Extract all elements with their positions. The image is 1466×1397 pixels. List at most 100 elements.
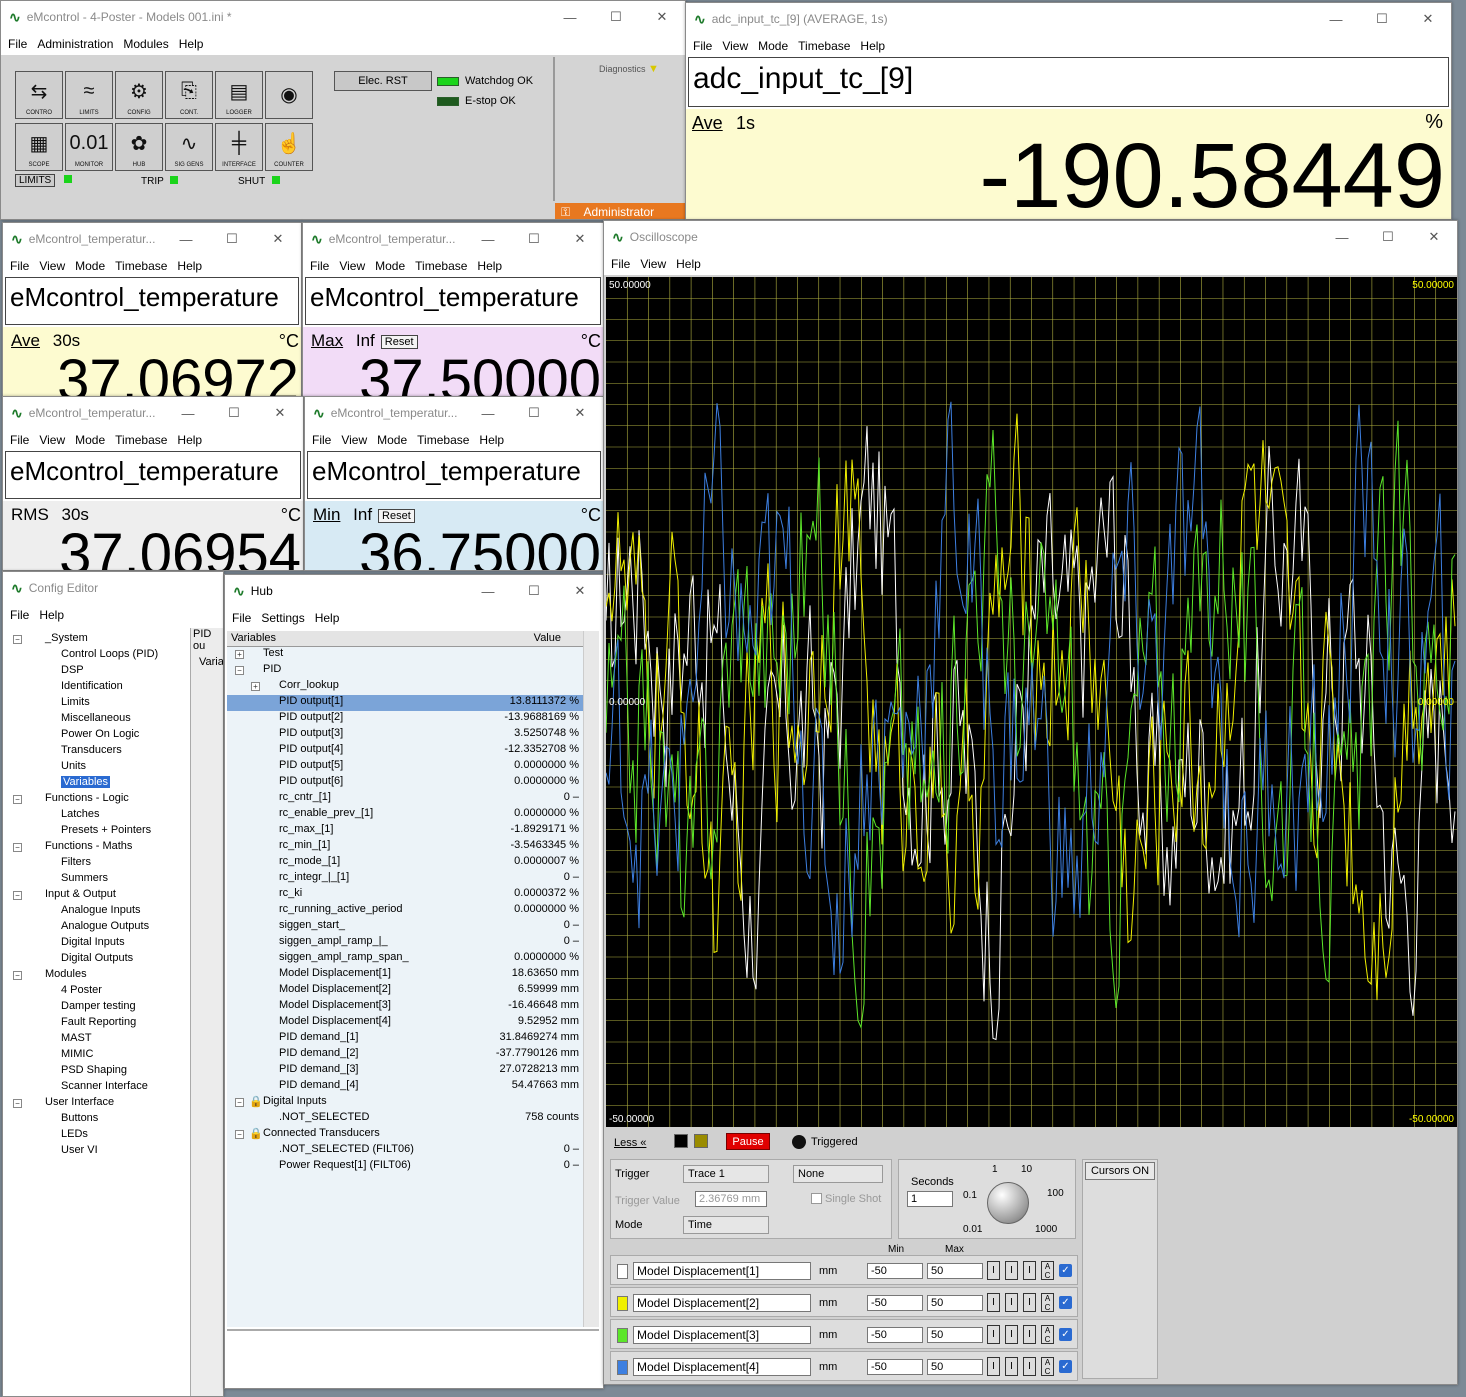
menu-timebase[interactable]: Timebase: [793, 39, 855, 53]
minimize-button[interactable]: —: [547, 1, 593, 33]
close-button[interactable]: ✕: [257, 397, 303, 429]
tool-scope-button[interactable]: ▦ SCOPE: [15, 123, 63, 171]
tree-toggle[interactable]: −: [13, 1099, 22, 1108]
channel-name-input[interactable]: Model Displacement[1]: [633, 1262, 811, 1280]
maximize-button[interactable]: ☐: [511, 223, 557, 255]
hub-row[interactable]: − 🔒 Connected Transducers: [227, 1127, 583, 1143]
channel-max-input[interactable]: 50: [927, 1263, 983, 1279]
menu-timebase[interactable]: Timebase: [110, 433, 172, 447]
channel-enable-checkbox[interactable]: ✓: [1059, 1360, 1072, 1373]
channel-enable-checkbox[interactable]: ✓: [1059, 1264, 1072, 1277]
minimize-button[interactable]: —: [1313, 3, 1359, 35]
hub-scrollbar[interactable]: [583, 631, 599, 1327]
hub-row[interactable]: PID demand_[4] 54.47663 mm: [227, 1079, 583, 1095]
menu-file[interactable]: File: [5, 259, 34, 273]
cursor-button-3[interactable]: I: [1023, 1325, 1036, 1344]
elec-rst-button[interactable]: Elec. RST: [334, 71, 432, 91]
tree-item[interactable]: Summers: [61, 872, 108, 884]
pause-button[interactable]: Pause: [726, 1133, 770, 1150]
olive-swatch[interactable]: [694, 1134, 708, 1148]
tree-item[interactable]: Presets + Pointers: [61, 824, 151, 836]
close-button[interactable]: ✕: [557, 397, 603, 429]
menu-mode[interactable]: Mode: [70, 259, 110, 273]
cursor-button-1[interactable]: I: [987, 1325, 1000, 1344]
hub-row[interactable]: − 🔒 Digital Inputs: [227, 1095, 583, 1111]
seconds-input[interactable]: 1: [907, 1191, 953, 1207]
tool-config-button[interactable]: ⚙ CONFIG: [115, 71, 163, 119]
tool-logger-button[interactable]: ▤ LOGGER: [215, 71, 263, 119]
minimize-button[interactable]: —: [165, 397, 211, 429]
cursor-button-3[interactable]: I: [1023, 1293, 1036, 1312]
close-button[interactable]: ✕: [639, 1, 685, 33]
hub-row[interactable]: rc_ki 0.0000372 %: [227, 887, 583, 903]
channel-enable-checkbox[interactable]: ✓: [1059, 1296, 1072, 1309]
channel-color-swatch[interactable]: [617, 1264, 628, 1279]
channel-enable-checkbox[interactable]: ✓: [1059, 1328, 1072, 1341]
hub-row[interactable]: rc_integr_|_[1] 0 –: [227, 871, 583, 887]
hub-row[interactable]: PID output[4] -12.3352708 %: [227, 743, 583, 759]
hub-row[interactable]: PID demand_[2] -37.7790126 mm: [227, 1047, 583, 1063]
minimize-button[interactable]: —: [465, 397, 511, 429]
hub-row[interactable]: .NOT_SELECTED 758 counts: [227, 1111, 583, 1127]
channel-name-input[interactable]: Model Displacement[4]: [633, 1358, 811, 1376]
cursor-button-1[interactable]: I: [987, 1261, 1000, 1280]
hub-row[interactable]: + Corr_lookup: [227, 679, 583, 695]
hub-row[interactable]: PID output[1] 13.8111372 %: [227, 695, 583, 711]
maximize-button[interactable]: ☐: [593, 1, 639, 33]
menu-modules[interactable]: Modules: [118, 37, 173, 51]
mode-select[interactable]: Time: [683, 1216, 769, 1234]
hub-row[interactable]: rc_mode_[1] 0.0000007 %: [227, 855, 583, 871]
tree-item[interactable]: Identification: [61, 680, 123, 692]
tree-item[interactable]: Input & Output: [45, 888, 116, 900]
close-button[interactable]: ✕: [1411, 221, 1457, 253]
cursor-button-2[interactable]: I: [1005, 1357, 1018, 1376]
cursor-button-2[interactable]: I: [1005, 1293, 1018, 1312]
menu-settings[interactable]: Settings: [256, 611, 309, 625]
tree-item[interactable]: Functions - Maths: [45, 840, 132, 852]
cursor-button-1[interactable]: I: [987, 1293, 1000, 1312]
menu-file[interactable]: File: [5, 433, 34, 447]
tree-item[interactable]: Control Loops (PID): [61, 648, 158, 660]
channel-color-swatch[interactable]: [617, 1360, 628, 1375]
hub-row[interactable]: Model Displacement[1] 18.63650 mm: [227, 967, 583, 983]
single-shot-checkbox[interactable]: [811, 1193, 822, 1204]
trigger-value-input[interactable]: 2.36769 mm: [695, 1191, 767, 1207]
tree-item[interactable]: Fault Reporting: [61, 1016, 136, 1028]
close-button[interactable]: ✕: [1405, 3, 1451, 35]
menu-help[interactable]: Help: [310, 611, 345, 625]
hub-row[interactable]: Model Displacement[3] -16.46648 mm: [227, 999, 583, 1015]
trigger-source-select[interactable]: Trace 1: [683, 1165, 769, 1183]
hub-row[interactable]: PID demand_[1] 31.8469274 mm: [227, 1031, 583, 1047]
hub-row[interactable]: PID output[3] 3.5250748 %: [227, 727, 583, 743]
tree-item[interactable]: Transducers: [61, 744, 122, 756]
maximize-button[interactable]: ☐: [1365, 221, 1411, 253]
less-link[interactable]: Less «: [614, 1137, 646, 1149]
hub-row[interactable]: + Test: [227, 647, 583, 663]
tree-item[interactable]: MAST: [61, 1032, 92, 1044]
tree-item[interactable]: Buttons: [61, 1112, 98, 1124]
menu-file[interactable]: File: [688, 39, 717, 53]
maximize-button[interactable]: ☐: [211, 397, 257, 429]
tree-item[interactable]: MIMIC: [61, 1048, 93, 1060]
tree-item[interactable]: Functions - Logic: [45, 792, 129, 804]
minimize-button[interactable]: —: [1319, 221, 1365, 253]
cursor-button-2[interactable]: I: [1005, 1325, 1018, 1344]
hub-row[interactable]: rc_min_[1] -3.5463345 %: [227, 839, 583, 855]
tree-toggle[interactable]: −: [13, 795, 22, 804]
tree-item[interactable]: DSP: [61, 664, 84, 676]
close-button[interactable]: ✕: [557, 575, 603, 607]
scope-plot[interactable]: 50.00000 50.00000 0.00000 0.00000 -50.00…: [606, 277, 1457, 1127]
tool-monitor-button[interactable]: 0.01 MONITOR: [65, 123, 113, 171]
tree-toggle[interactable]: +: [251, 682, 260, 691]
tree-item[interactable]: 4 Poster: [61, 984, 102, 996]
menu-view[interactable]: View: [34, 259, 70, 273]
menu-mode[interactable]: Mode: [372, 433, 412, 447]
tree-item[interactable]: Variables: [61, 776, 111, 788]
hub-row[interactable]: PID output[6] 0.0000000 %: [227, 775, 583, 791]
tree-toggle[interactable]: −: [235, 1130, 244, 1139]
close-button[interactable]: ✕: [255, 223, 301, 255]
adc-mode[interactable]: Ave: [692, 113, 723, 134]
cursor-button-3[interactable]: I: [1023, 1261, 1036, 1280]
close-button[interactable]: ✕: [557, 223, 603, 255]
menu-help[interactable]: Help: [472, 259, 507, 273]
